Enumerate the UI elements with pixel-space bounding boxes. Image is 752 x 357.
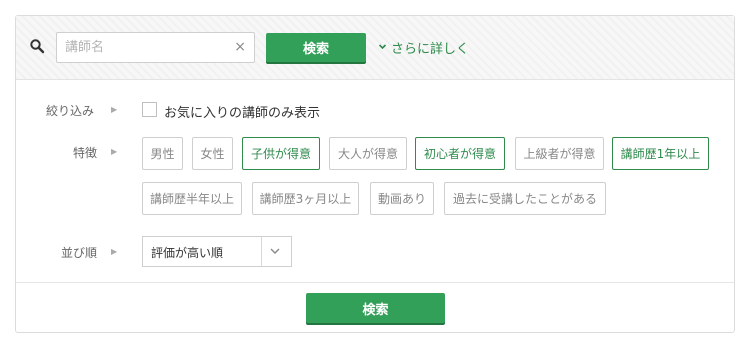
advanced-search-link[interactable]: さらに詳しく [378, 38, 469, 57]
search-icon [30, 39, 45, 54]
search-bar: × 検索 さらに詳しく [16, 16, 734, 80]
tag-good-with-children[interactable]: 子供が得意 [242, 137, 320, 170]
tag-good-with-beginners[interactable]: 初心者が得意 [415, 137, 505, 170]
teacher-name-field: × [56, 32, 255, 63]
narrow-label: 絞り込み [46, 104, 95, 118]
tag-good-with-advanced[interactable]: 上級者が得意 [515, 137, 604, 170]
tag-female[interactable]: 女性 [192, 137, 233, 170]
tag-previously-taken[interactable]: 過去に受講したことがある [444, 182, 606, 215]
tag-male[interactable]: 男性 [142, 137, 183, 170]
caret-right-icon: ▶ [111, 147, 118, 156]
sort-select[interactable]: 評価が高い順 [142, 236, 292, 267]
search-button[interactable]: 検索 [266, 33, 366, 62]
tag-experience-3-months[interactable]: 講師歴3ヶ月以上 [252, 182, 359, 215]
divider [16, 282, 734, 283]
caret-right-icon: ▶ [111, 105, 118, 114]
favorites-label[interactable]: お気に入りの講師のみ表示 [164, 102, 320, 121]
advanced-search-label: さらに詳しく [391, 42, 470, 57]
features-label: 特徴 [73, 146, 98, 160]
submit-search-button[interactable]: 検索 [306, 293, 445, 323]
close-icon[interactable]: × [234, 39, 246, 56]
teacher-name-input[interactable] [57, 33, 235, 62]
tag-good-with-adults[interactable]: 大人が得意 [329, 137, 407, 170]
chevron-down-icon [270, 248, 280, 254]
favorites-checkbox[interactable] [142, 102, 157, 117]
sort-label: 並び順 [61, 246, 98, 260]
tag-has-video[interactable]: 動画あり [370, 182, 434, 215]
search-panel: × 検索 さらに詳しく 絞り込み ▶ お気に入りの講師のみ表示 特徴 ▶ 男性 … [15, 15, 735, 333]
caret-right-icon: ▶ [111, 247, 118, 256]
tag-experience-half-year[interactable]: 講師歴半年以上 [142, 182, 242, 215]
tag-experience-1-year[interactable]: 講師歴1年以上 [612, 137, 709, 170]
chevron-down-icon [378, 42, 387, 54]
sort-selected-value: 評価が高い順 [151, 246, 224, 260]
select-divider [261, 237, 262, 266]
